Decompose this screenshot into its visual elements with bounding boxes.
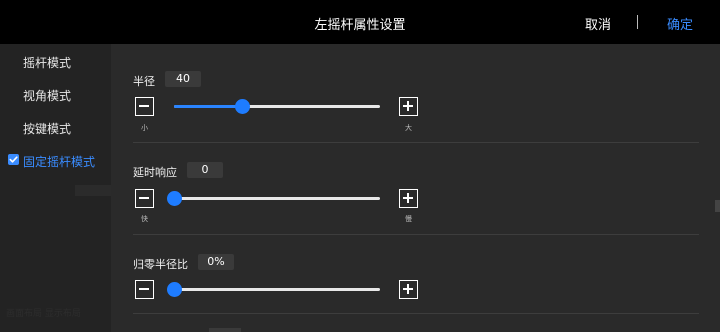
sidebar-item-label: 按键模式 bbox=[23, 122, 72, 136]
zero-ratio-value: 0% bbox=[198, 254, 234, 270]
page-title: 左摇杆属性设置 bbox=[314, 18, 406, 33]
delay-label: 延时响应 bbox=[133, 166, 177, 179]
sidebar-item-joystick-mode[interactable]: 摇杆模式 bbox=[0, 45, 111, 78]
sidebar: 摇杆模式 视角模式 按键模式 固定摇杆模式 画面布局 显示布局 bbox=[0, 44, 111, 332]
radius-slider[interactable] bbox=[174, 99, 380, 114]
sidebar-item-view-mode[interactable]: 视角模式 bbox=[0, 78, 111, 111]
sidebar-item-label: 摇杆模式 bbox=[23, 56, 72, 70]
zero-ratio-slider[interactable] bbox=[167, 282, 380, 297]
header-bar: 左摇杆属性设置 取消 确定 bbox=[0, 0, 720, 44]
delay-slider[interactable] bbox=[167, 191, 380, 206]
confirm-button[interactable]: 确定 bbox=[667, 14, 693, 33]
zero-ratio-decrease-button[interactable] bbox=[135, 280, 154, 299]
radius-decrease-button[interactable] bbox=[135, 97, 154, 116]
delay-min-caption: 快 bbox=[141, 215, 148, 223]
radius-increase-button[interactable] bbox=[399, 97, 418, 116]
delay-slider-thumb[interactable] bbox=[167, 191, 182, 206]
section-divider bbox=[133, 313, 699, 314]
radius-value: 40 bbox=[165, 71, 201, 87]
radius-label: 半径 bbox=[133, 75, 155, 88]
sidebar-item-fixed-joystick-mode[interactable]: 固定摇杆模式 bbox=[0, 144, 111, 177]
cancel-button[interactable]: 取消 bbox=[585, 14, 611, 33]
scrollbar-stub[interactable] bbox=[715, 200, 720, 212]
zero-ratio-slider-thumb[interactable] bbox=[167, 282, 182, 297]
settings-panel: 半径 40 小 大 延时响应 0 快 慢 归零半径比 0% bbox=[111, 44, 720, 332]
radius-max-caption: 大 bbox=[405, 124, 412, 132]
header-divider bbox=[637, 15, 638, 29]
sidebar-item-label: 视角模式 bbox=[23, 89, 72, 103]
radius-slider-fill bbox=[174, 105, 242, 108]
delay-decrease-button[interactable] bbox=[135, 189, 154, 208]
zero-ratio-increase-button[interactable] bbox=[399, 280, 418, 299]
delay-increase-button[interactable] bbox=[399, 189, 418, 208]
delay-max-caption: 慢 bbox=[405, 215, 412, 223]
delay-value: 0 bbox=[187, 162, 223, 178]
zero-ratio-label: 归零半径比 bbox=[133, 258, 188, 271]
sidebar-decoration bbox=[75, 185, 111, 196]
sidebar-item-key-mode[interactable]: 按键模式 bbox=[0, 111, 111, 144]
radius-slider-thumb[interactable] bbox=[234, 99, 250, 114]
sidebar-item-label: 固定摇杆模式 bbox=[23, 155, 96, 169]
sidebar-footer-text: 画面布局 显示布局 bbox=[6, 309, 81, 319]
section-divider bbox=[133, 142, 699, 143]
next-setting-value-box bbox=[209, 328, 241, 332]
section-divider bbox=[133, 234, 699, 235]
checkbox-checked-icon[interactable] bbox=[8, 154, 19, 165]
radius-min-caption: 小 bbox=[141, 124, 148, 132]
